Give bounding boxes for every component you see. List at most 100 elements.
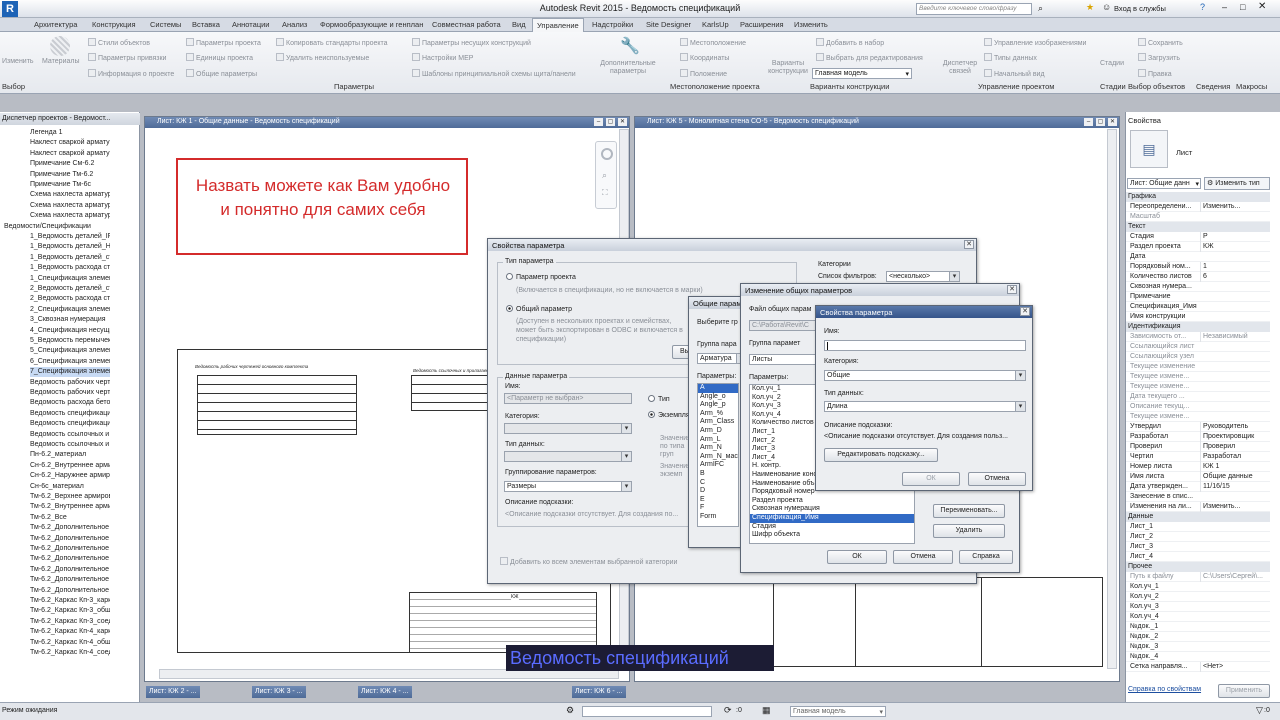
edit-type-button[interactable]: ⚙ Изменить тип bbox=[1204, 177, 1270, 190]
props-row[interactable]: Кол.уч_4 bbox=[1126, 612, 1270, 622]
zoom-icon[interactable]: ⌕ bbox=[602, 170, 607, 181]
param-list-item[interactable]: Arm_% bbox=[698, 410, 738, 419]
zoom-fit-icon[interactable]: ⛶ bbox=[602, 188, 608, 198]
tab-site-designer[interactable]: Site Designer bbox=[646, 20, 691, 29]
category-select[interactable]: Общие bbox=[824, 370, 1026, 381]
ribbon-manage-images[interactable]: Управление изображениями bbox=[984, 38, 1086, 47]
ribbon-edit-selection[interactable]: Правка bbox=[1138, 69, 1172, 78]
param-list-item[interactable]: F bbox=[698, 504, 738, 513]
ribbon-starting-view[interactable]: Начальный вид bbox=[984, 69, 1045, 78]
browser-item[interactable]: Тм-6.2_Дополнительное арм bbox=[30, 586, 110, 596]
tab-annotate[interactable]: Аннотации bbox=[232, 20, 270, 29]
view-restore-icon[interactable]: ▢ bbox=[606, 118, 615, 126]
props-row[interactable]: Лист_2 bbox=[1126, 532, 1270, 542]
ribbon-manage-links[interactable]: Диспетчер связей bbox=[940, 60, 980, 76]
props-row[interactable]: Номер листа КЖ 1 bbox=[1126, 462, 1270, 472]
tab-modify[interactable]: Изменить bbox=[794, 20, 828, 29]
materials-icon[interactable] bbox=[50, 36, 70, 56]
browser-item[interactable]: Тм-6.2_Дополнительное арм bbox=[30, 575, 110, 585]
props-row[interactable]: Утвердил Руководитель bbox=[1126, 422, 1270, 432]
browser-item[interactable]: Ведомость рабочих чертеже bbox=[30, 378, 110, 388]
ribbon-purge[interactable]: Удалить неиспользуемые bbox=[276, 53, 369, 62]
props-value[interactable]: Изменить... bbox=[1200, 502, 1270, 512]
ribbon-mep-settings[interactable]: Настройки MEP bbox=[412, 53, 473, 62]
browser-item[interactable]: Сн-6.2_Внутреннее армиров bbox=[30, 461, 110, 471]
ribbon-modify[interactable]: Изменить bbox=[2, 58, 34, 65]
browser-item[interactable]: Наклест сваркой арматурных bbox=[30, 138, 110, 148]
browser-item[interactable]: 1_Ведомость расхода стали bbox=[30, 263, 110, 273]
browser-item[interactable]: Тм-6.2_Каркас Кп-3_каркасы bbox=[30, 596, 110, 606]
grouping-select[interactable]: Размеры bbox=[504, 481, 632, 492]
props-row[interactable]: Кол.уч_2 bbox=[1126, 592, 1270, 602]
param-list-item[interactable]: D bbox=[698, 487, 738, 496]
worksets-icon[interactable]: ⚙ bbox=[566, 705, 574, 716]
ribbon-shared-params[interactable]: Общие параметры bbox=[186, 69, 257, 78]
rename-button[interactable]: Переименовать... bbox=[933, 504, 1005, 518]
browser-item[interactable]: 1_Ведомость деталей_IFC bbox=[30, 232, 110, 242]
browser-item[interactable]: Примечание См-6.2 bbox=[30, 159, 110, 169]
props-value[interactable]: Руководитель bbox=[1200, 422, 1270, 432]
props-value[interactable]: Изменить... bbox=[1200, 202, 1270, 212]
props-row[interactable]: Раздел проекта КЖ bbox=[1126, 242, 1270, 252]
radio-type[interactable]: Тип bbox=[648, 395, 670, 403]
props-row[interactable]: Кол.уч_3 bbox=[1126, 602, 1270, 612]
view2-vertical-scrollbar[interactable] bbox=[1107, 129, 1117, 669]
navigation-bar[interactable]: ⌕ ⛶ bbox=[595, 141, 617, 209]
browser-item[interactable]: Ведомость спецификаций от bbox=[30, 409, 110, 419]
ribbon-design-options[interactable]: Варианты конструкции bbox=[764, 60, 812, 76]
search-box[interactable]: Введите ключевое слово/фразу bbox=[916, 3, 1032, 15]
params-list[interactable]: A Angle_o Angle_p Arm_% Arm_Class Arm_D Arm_L A… bbox=[697, 383, 739, 527]
ribbon-structural-settings[interactable]: Параметры несущих конструкций bbox=[412, 38, 531, 47]
browser-item[interactable]: Ведомость ссылочных и при bbox=[30, 430, 110, 440]
editable-icon[interactable]: ▦ bbox=[762, 705, 771, 716]
param-group-field[interactable]: Листы bbox=[749, 354, 819, 365]
browser-item[interactable]: 2_Ведомость расхода стали bbox=[30, 294, 110, 304]
props-row[interactable]: №док._3 bbox=[1126, 642, 1270, 652]
props-value[interactable]: Общие данные bbox=[1200, 472, 1270, 482]
view-minimize-icon[interactable]: – bbox=[594, 118, 603, 126]
props-row[interactable]: Дата bbox=[1126, 252, 1270, 262]
view-close-icon[interactable]: ✕ bbox=[618, 118, 627, 126]
props-row[interactable]: Сквозная нумера... bbox=[1126, 282, 1270, 292]
browser-item[interactable]: Ведомость ссылочных и при bbox=[30, 440, 110, 450]
browser-item[interactable]: Тм-6.2_Верхнее армировани bbox=[30, 492, 110, 502]
ribbon-save-selection[interactable]: Сохранить bbox=[1138, 38, 1183, 47]
param-list-item[interactable]: Раздел проекта bbox=[750, 497, 914, 506]
view-close-icon[interactable]: ✕ bbox=[1108, 118, 1117, 126]
props-row[interactable]: Зависимость от... Независимый bbox=[1126, 332, 1270, 342]
ribbon-snaps[interactable]: Параметры привязки bbox=[88, 53, 166, 62]
browser-item[interactable]: 1_Ведомость деталей_станд bbox=[30, 253, 110, 263]
param-list-item[interactable]: Стадия bbox=[750, 523, 914, 532]
browser-item[interactable]: Примечание Тм-6.2 bbox=[30, 170, 110, 180]
param-list-item[interactable]: ArmIFC bbox=[698, 461, 738, 470]
browser-item[interactable]: Тм-6.2_Каркас Кп-3_соедин bbox=[30, 617, 110, 627]
tab-insert[interactable]: Вставка bbox=[192, 20, 220, 29]
browser-item[interactable]: Пн-6.2_материал bbox=[30, 450, 110, 460]
user-icon[interactable]: ☺ bbox=[1102, 2, 1111, 12]
browser-item[interactable]: 1_Ведомость деталей_НЕ ст bbox=[30, 242, 110, 252]
props-row[interactable]: Имя конструкции bbox=[1126, 312, 1270, 322]
browser-item[interactable]: 2_Ведомость деталей_сталь bbox=[30, 284, 110, 294]
close-button[interactable]: ✕ bbox=[1258, 1, 1266, 12]
browser-item[interactable]: 3_Сквозная нумерация bbox=[30, 315, 110, 325]
minimize-button[interactable]: – bbox=[1222, 2, 1227, 12]
ribbon-coordinates[interactable]: Координаты bbox=[680, 53, 729, 62]
props-section-text[interactable]: Текст bbox=[1126, 222, 1270, 232]
props-value[interactable]: C:\Users\Сергей\... bbox=[1200, 572, 1270, 582]
steering-wheel-icon[interactable] bbox=[601, 148, 613, 160]
browser-item[interactable]: Тм-6.2_Дополнительное арм bbox=[30, 554, 110, 564]
browser-item[interactable]: 4_Спецификация несущих ко bbox=[30, 326, 110, 336]
main-model-select[interactable]: Главная модель ▾ bbox=[812, 68, 912, 79]
ribbon-project-params[interactable]: Параметры проекта bbox=[186, 38, 261, 47]
view-tab-kzh6[interactable]: Лист: КЖ 6 - ... bbox=[572, 686, 626, 698]
ribbon-additional-settings[interactable]: Дополнительные параметры bbox=[598, 60, 658, 76]
props-row[interactable]: №док._2 bbox=[1126, 632, 1270, 642]
ribbon-location[interactable]: Местоположение bbox=[680, 38, 746, 47]
props-row[interactable]: Сетка направля... <Нет> bbox=[1126, 662, 1270, 672]
browser-item[interactable]: Тм-6.2_Каркас Кп-4_каркасы bbox=[30, 627, 110, 637]
props-row[interactable]: Текущее измене... bbox=[1126, 372, 1270, 382]
ribbon-add-to-set[interactable]: Добавить в набор bbox=[816, 38, 884, 47]
props-value[interactable]: Проверил bbox=[1200, 442, 1270, 452]
data-type-select[interactable] bbox=[504, 451, 632, 462]
tab-structure[interactable]: Конструкция bbox=[92, 20, 136, 29]
